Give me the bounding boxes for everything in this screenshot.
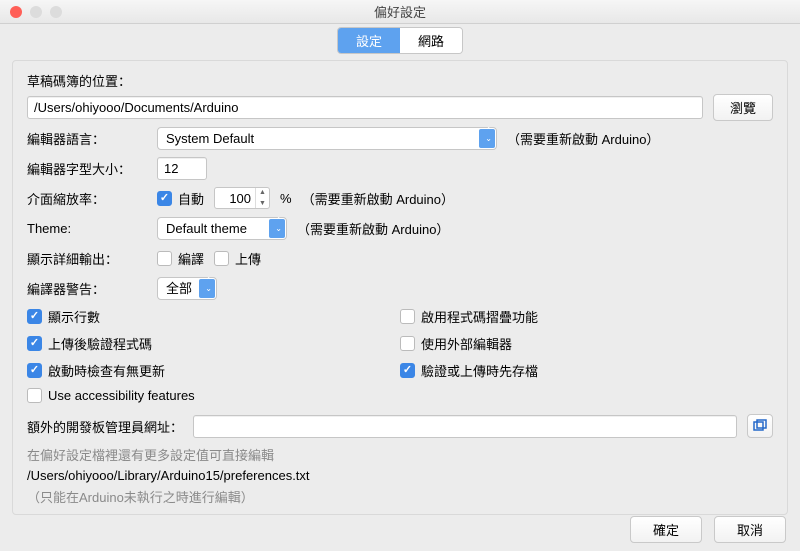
browse-button[interactable]: 瀏覽 <box>713 94 773 121</box>
ok-button[interactable]: 確定 <box>630 516 702 543</box>
tabs-row: 設定 網路 <box>0 24 800 56</box>
sketchbook-path-input[interactable] <box>27 96 703 119</box>
tab-network[interactable]: 網路 <box>400 28 462 53</box>
upload-verbose-checkbox[interactable]: 上傳 <box>214 249 261 268</box>
tab-segment: 設定 網路 <box>337 27 463 54</box>
more-prefs-note-1: 在偏好設定檔裡還有更多設定值可直接編輯 <box>27 445 773 464</box>
checkbox-icon <box>214 251 229 266</box>
scale-stepper[interactable]: ▲▼ <box>214 187 270 209</box>
settings-panel: 草稿碼簿的位置： 瀏覽 編輯器語言： System Default （需要重新啟… <box>12 60 788 515</box>
theme-select[interactable]: Default theme <box>157 217 287 240</box>
check-updates-checkbox[interactable]: 啟動時檢查有無更新 <box>27 361 400 380</box>
warnings-label: 編譯器警告： <box>27 279 147 298</box>
auto-scale-checkbox[interactable]: 自動 <box>157 189 204 208</box>
board-urls-input[interactable] <box>193 415 737 438</box>
upload-label: 上傳 <box>235 249 261 268</box>
checkbox-icon <box>27 309 42 324</box>
percent-label: % <box>280 191 292 206</box>
board-urls-label: 額外的開發板管理員網址： <box>27 417 183 436</box>
checkbox-icon <box>27 388 42 403</box>
editor-language-label: 編輯器語言： <box>27 129 147 148</box>
editor-language-select[interactable]: System Default <box>157 127 497 150</box>
external-editor-checkbox[interactable]: 使用外部編輯器 <box>400 334 773 353</box>
warnings-select[interactable]: 全部 <box>157 277 217 300</box>
scale-label: 介面縮放率： <box>27 189 147 208</box>
titlebar: 偏好設定 <box>0 0 800 24</box>
options-grid: 顯示行數 上傳後驗證程式碼 啟動時檢查有無更新 Use accessibilit… <box>27 307 773 403</box>
sketchbook-label: 草稿碼簿的位置： <box>27 71 773 90</box>
accessibility-checkbox[interactable]: Use accessibility features <box>27 388 400 403</box>
theme-label: Theme: <box>27 221 147 236</box>
board-urls-edit-button[interactable] <box>747 414 773 438</box>
stepper-arrows[interactable]: ▲▼ <box>255 187 269 209</box>
font-size-input[interactable] <box>157 157 207 180</box>
verbose-label: 顯示詳細輸出： <box>27 249 147 268</box>
dialog-footer: 確定 取消 <box>630 516 786 543</box>
restart-note-scale: （需要重新啟動 Arduino） <box>302 189 454 208</box>
tab-settings[interactable]: 設定 <box>338 28 400 53</box>
compile-verbose-checkbox[interactable]: 編譯 <box>157 249 204 268</box>
code-folding-checkbox[interactable]: 啟用程式碼摺疊功能 <box>400 307 773 326</box>
checkbox-icon <box>157 251 172 266</box>
cancel-button[interactable]: 取消 <box>714 516 786 543</box>
checkbox-icon <box>400 363 415 378</box>
show-lines-checkbox[interactable]: 顯示行數 <box>27 307 400 326</box>
restart-note: （需要重新啟動 Arduino） <box>507 129 659 148</box>
font-size-label: 編輯器字型大小： <box>27 159 147 178</box>
scale-input[interactable] <box>215 191 255 206</box>
prefs-file-path: /Users/ohiyooo/Library/Arduino15/prefere… <box>27 468 773 483</box>
window-icon <box>753 419 767 433</box>
restart-note-theme: （需要重新啟動 Arduino） <box>297 219 449 238</box>
checkbox-icon <box>400 336 415 351</box>
window-title: 偏好設定 <box>0 2 800 21</box>
checkbox-icon <box>157 191 172 206</box>
checkbox-icon <box>27 363 42 378</box>
checkbox-icon <box>27 336 42 351</box>
compile-label: 編譯 <box>178 249 204 268</box>
verify-upload-checkbox[interactable]: 上傳後驗證程式碼 <box>27 334 400 353</box>
checkbox-icon <box>400 309 415 324</box>
more-prefs-note-2: （只能在Arduino未執行之時進行編輯） <box>27 487 773 506</box>
save-verify-checkbox[interactable]: 驗證或上傳時先存檔 <box>400 361 773 380</box>
auto-label: 自動 <box>178 189 204 208</box>
